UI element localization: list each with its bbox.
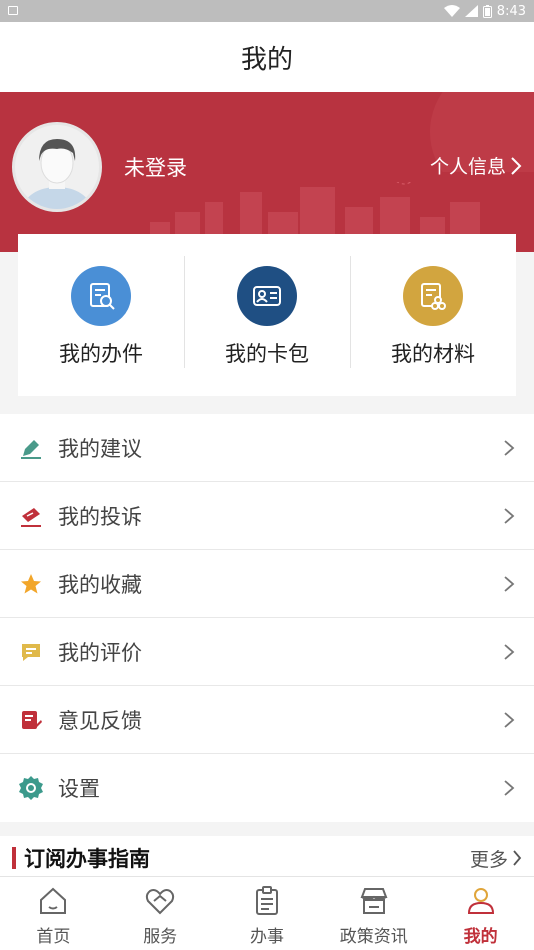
tab-home[interactable]: 首页	[0, 877, 107, 950]
chevron-right-icon	[504, 575, 515, 592]
menu-item-feedback[interactable]: 意见反馈	[0, 686, 534, 754]
complaint-icon	[18, 503, 44, 529]
tab-policy-news[interactable]: 政策资讯	[320, 877, 427, 950]
login-status[interactable]: 未登录	[124, 152, 187, 182]
user-icon	[467, 888, 494, 914]
star-icon	[18, 571, 44, 597]
section-accent-bar	[12, 847, 16, 869]
menu-item-label: 我的建议	[58, 436, 142, 461]
menu-list: 我的建议 我的投诉 我的收藏 我的评价 意见反馈 设置	[0, 414, 534, 822]
heart-tag-icon	[146, 889, 175, 915]
quick-action-my-materials[interactable]: 我的材料	[350, 234, 516, 396]
feedback-icon	[18, 707, 44, 733]
clipboard-icon	[255, 886, 278, 915]
id-card-icon	[237, 266, 297, 326]
personal-info-label: 个人信息	[429, 156, 506, 178]
quick-action-my-cards[interactable]: 我的卡包	[184, 234, 350, 396]
more-link[interactable]: 更多	[470, 845, 522, 872]
gear-icon	[18, 775, 44, 801]
chevron-right-icon	[504, 439, 515, 456]
menu-item-favorites[interactable]: 我的收藏	[0, 550, 534, 618]
tab-label: 政策资讯	[339, 927, 408, 947]
tab-label: 我的	[463, 927, 498, 947]
menu-item-reviews[interactable]: 我的评价	[0, 618, 534, 686]
menu-item-label: 意见反馈	[58, 708, 142, 733]
section-title: 订阅办事指南	[24, 847, 150, 871]
status-bar: 8:43	[0, 0, 534, 22]
status-time: 8:43	[496, 3, 526, 19]
tab-label: 首页	[36, 927, 71, 947]
wifi-icon	[443, 5, 460, 17]
document-search-icon	[71, 266, 131, 326]
page-header: 我的	[0, 22, 534, 92]
bottom-tab-bar: 首页 服务 办事 政策资讯 我的	[0, 876, 534, 950]
pen-edit-icon	[18, 435, 44, 461]
menu-item-complaints[interactable]: 我的投诉	[0, 482, 534, 550]
quick-action-label: 我的材料	[391, 342, 475, 366]
more-label: 更多	[469, 848, 508, 871]
quick-action-my-cases[interactable]: 我的办件	[18, 234, 184, 396]
page-title: 我的	[240, 44, 293, 75]
chevron-right-icon	[513, 850, 522, 866]
battery-icon	[482, 4, 492, 18]
tab-label: 办事	[249, 927, 284, 947]
quick-action-label: 我的办件	[59, 342, 143, 366]
menu-item-label: 我的收藏	[58, 572, 142, 597]
quick-action-label: 我的卡包	[225, 342, 309, 366]
chevron-right-icon	[511, 156, 522, 175]
chevron-right-icon	[504, 507, 515, 524]
personal-info-link[interactable]: 个人信息	[430, 152, 522, 179]
chevron-right-icon	[504, 643, 515, 660]
chevron-right-icon	[504, 780, 515, 796]
default-avatar-icon	[23, 139, 91, 209]
tab-mine[interactable]: 我的	[427, 877, 534, 950]
tab-services[interactable]: 服务	[107, 877, 214, 950]
menu-item-settings[interactable]: 设置	[0, 754, 534, 822]
guide-section-header: 订阅办事指南 更多	[0, 836, 534, 880]
tab-affairs[interactable]: 办事	[214, 877, 321, 950]
menu-item-label: 我的评价	[58, 640, 142, 665]
materials-icon	[403, 266, 463, 326]
store-icon	[360, 888, 388, 914]
quick-actions-card: 我的办件 我的卡包 我的材料	[18, 234, 516, 396]
avatar[interactable]	[12, 122, 102, 212]
menu-item-label: 我的投诉	[58, 504, 142, 529]
comment-icon	[18, 639, 44, 665]
menu-item-label: 设置	[58, 777, 100, 801]
profile-banner: 未登录 个人信息	[0, 92, 534, 252]
home-icon	[40, 887, 67, 914]
notification-icon	[8, 4, 18, 19]
chevron-right-icon	[504, 711, 515, 728]
signal-icon	[464, 5, 478, 17]
tab-label: 服务	[143, 927, 178, 947]
menu-item-suggestions[interactable]: 我的建议	[0, 414, 534, 482]
